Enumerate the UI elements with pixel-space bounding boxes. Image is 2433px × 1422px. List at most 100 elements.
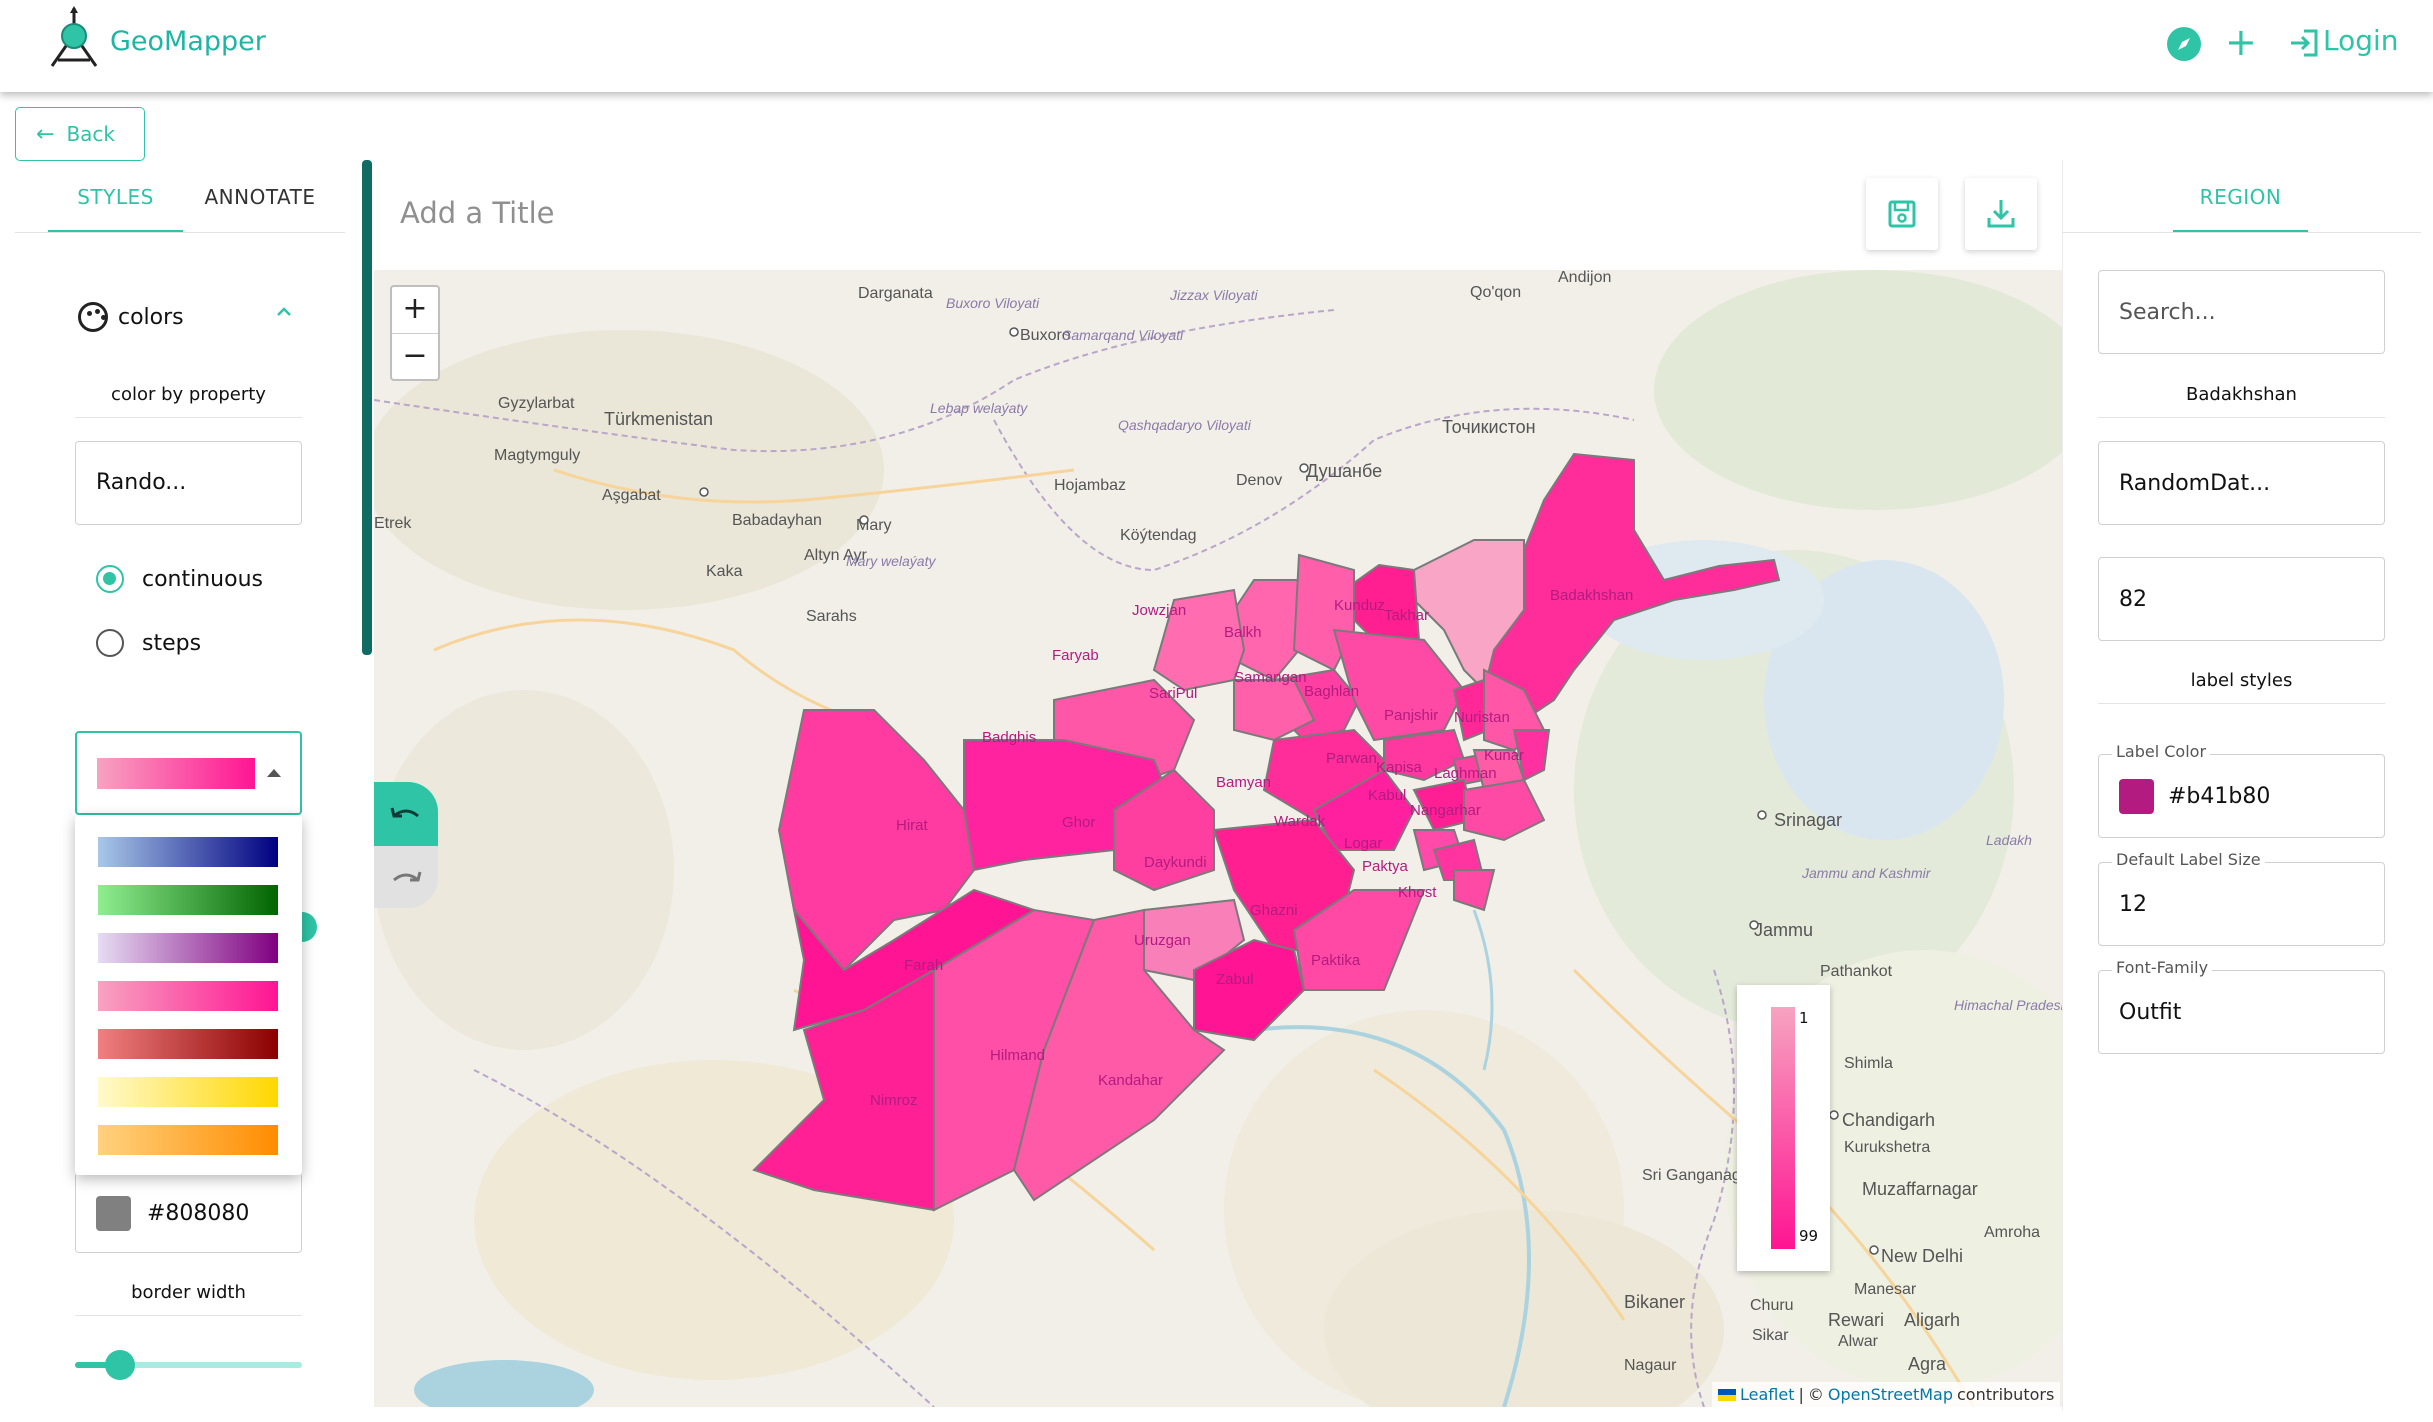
label-color-field[interactable]: #b41b80 bbox=[2098, 754, 2385, 838]
chevron-up-icon[interactable] bbox=[274, 302, 294, 322]
login-link[interactable]: Login bbox=[2323, 24, 2399, 57]
place-label: Душанбе bbox=[1306, 461, 1382, 481]
tabs-divider bbox=[15, 232, 345, 233]
province-label: Jowzjan bbox=[1132, 602, 1186, 619]
place-label: Qashqadaryo Viloyati bbox=[1118, 417, 1252, 433]
tab-styles[interactable]: STYLES bbox=[48, 185, 183, 233]
place-label: Aşgabat bbox=[602, 487, 661, 504]
province-label: Kunduz bbox=[1334, 597, 1385, 614]
province-label: Zabul bbox=[1216, 971, 1254, 988]
place-label: Точикистон bbox=[1442, 417, 1536, 437]
palette-option-pink[interactable] bbox=[98, 981, 278, 1011]
radio-continuous[interactable]: continuous bbox=[96, 565, 263, 593]
add-map-plus-icon[interactable]: + bbox=[2225, 22, 2257, 62]
palette-option-blue[interactable] bbox=[98, 837, 278, 867]
province-label: Kandahar bbox=[1098, 1072, 1163, 1089]
place-label: Etrek bbox=[374, 515, 412, 532]
osm-link[interactable]: OpenStreetMap bbox=[1828, 1385, 1953, 1404]
arrow-left-icon: ← bbox=[36, 121, 55, 147]
place-label: Aligarh bbox=[1904, 1310, 1960, 1330]
redo-icon bbox=[393, 871, 422, 882]
save-button[interactable] bbox=[1866, 178, 1938, 250]
place-label: Mary welaýaty bbox=[846, 553, 936, 569]
palette-option-purple[interactable] bbox=[98, 933, 278, 963]
app-brand[interactable]: GeoMapper bbox=[110, 26, 266, 57]
label-size-field[interactable]: 12 bbox=[2098, 862, 2385, 946]
border-width-slider-thumb[interactable] bbox=[105, 1350, 135, 1380]
place-label: Babadayhan bbox=[732, 512, 822, 529]
place-label: Magtymguly bbox=[494, 447, 580, 464]
place-label: Hojambaz bbox=[1054, 477, 1126, 494]
place-label: Andijon bbox=[1558, 270, 1611, 286]
right-tabs-divider bbox=[2063, 232, 2421, 233]
border-color-field[interactable]: #808080 bbox=[75, 1175, 302, 1253]
place-label: Lebap welaýaty bbox=[930, 400, 1028, 416]
radio-unchecked-icon bbox=[96, 629, 124, 657]
place-label: Sikar bbox=[1752, 1327, 1789, 1344]
color-legend: 1 99 bbox=[1737, 985, 1830, 1271]
colors-section-title: colors bbox=[118, 304, 184, 330]
place-label: Gyzylarbat bbox=[498, 395, 575, 412]
province-label: Ghazni bbox=[1250, 902, 1298, 919]
label-styles-heading: label styles bbox=[2098, 670, 2385, 704]
place-label: Kurukshetra bbox=[1844, 1139, 1930, 1156]
palette-option-red[interactable] bbox=[98, 1029, 278, 1059]
province-label: Farah bbox=[904, 957, 943, 974]
radio-steps-label: steps bbox=[142, 630, 202, 656]
palette-option-yellow[interactable] bbox=[98, 1077, 278, 1107]
region-value-field[interactable]: 82 bbox=[2098, 557, 2385, 641]
palette-option-green[interactable] bbox=[98, 885, 278, 915]
legend-min-label: 1 bbox=[1799, 1009, 1809, 1027]
font-family-caption: Font-Family bbox=[2112, 958, 2213, 977]
province-label: Balkh bbox=[1224, 624, 1262, 641]
attribution-separator: | bbox=[1798, 1385, 1804, 1404]
legend-gradient-bar bbox=[1771, 1007, 1795, 1249]
leaflet-link[interactable]: Leaflet bbox=[1740, 1385, 1794, 1404]
radio-steps[interactable]: steps bbox=[96, 629, 201, 657]
login-icon[interactable] bbox=[2288, 26, 2322, 60]
place-label: Alwar bbox=[1838, 1333, 1879, 1350]
province-label: Daykundi bbox=[1144, 854, 1207, 871]
province-label: Takhar bbox=[1384, 607, 1429, 624]
province-label: Laghman bbox=[1434, 765, 1497, 782]
province-label: Bamyan bbox=[1216, 774, 1271, 791]
undo-button[interactable] bbox=[374, 782, 438, 846]
province-label: Kabul bbox=[1368, 787, 1406, 804]
place-label: Darganata bbox=[858, 285, 933, 302]
back-button[interactable]: ← Back bbox=[15, 107, 145, 161]
attribution-copyright: © bbox=[1807, 1385, 1824, 1404]
province-label: SariPul bbox=[1149, 685, 1197, 702]
map-attribution: Leaflet | © OpenStreetMap contributors bbox=[1712, 1382, 2061, 1407]
place-label: Jammu and Kashmir bbox=[1801, 865, 1932, 881]
globe-logo-icon[interactable] bbox=[46, 6, 102, 72]
zoom-control: + − bbox=[390, 285, 440, 381]
radio-checked-icon bbox=[96, 565, 124, 593]
download-button[interactable] bbox=[1965, 178, 2037, 250]
place-label: Agra bbox=[1908, 1354, 1947, 1374]
panel-scrollbar[interactable] bbox=[362, 160, 372, 655]
province-label: Hirat bbox=[896, 817, 929, 834]
province-label: Nimroz bbox=[870, 1092, 918, 1109]
region-property-field[interactable]: RandomDat... bbox=[2098, 441, 2385, 525]
region-search-input[interactable]: Search... bbox=[2098, 270, 2385, 354]
zoom-out-button[interactable]: − bbox=[392, 333, 438, 379]
color-property-select[interactable]: Rando... bbox=[75, 441, 302, 525]
place-label: Amroha bbox=[1984, 1224, 2040, 1241]
tab-region[interactable]: REGION bbox=[2173, 185, 2308, 233]
color-by-property-label: color by property bbox=[75, 384, 302, 418]
font-family-field[interactable]: Outfit bbox=[2098, 970, 2385, 1054]
colors-section-header[interactable]: colors bbox=[78, 302, 184, 332]
map-title-input[interactable]: Add a Title bbox=[400, 196, 555, 230]
province-label: Panjshir bbox=[1384, 707, 1438, 724]
explore-compass-icon[interactable] bbox=[2167, 27, 2201, 61]
province-label: Faryab bbox=[1052, 647, 1099, 664]
border-color-swatch bbox=[96, 1196, 131, 1231]
right-panel-divider bbox=[2062, 160, 2063, 1410]
tab-annotate[interactable]: ANNOTATE bbox=[195, 185, 325, 233]
palette-option-orange[interactable] bbox=[98, 1125, 278, 1155]
place-label: Chandigarh bbox=[1842, 1110, 1935, 1130]
attribution-suffix: contributors bbox=[1957, 1385, 2055, 1404]
color-palette-select[interactable] bbox=[75, 731, 302, 815]
zoom-in-button[interactable]: + bbox=[392, 287, 438, 333]
redo-button[interactable] bbox=[374, 846, 438, 908]
